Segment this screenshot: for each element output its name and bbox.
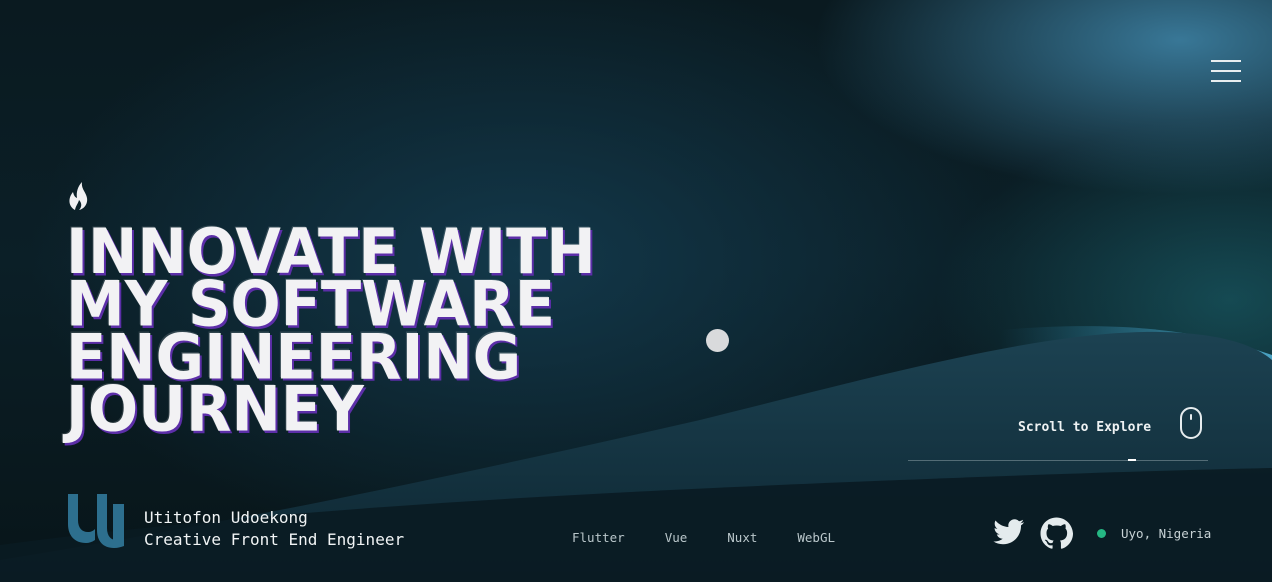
menu-line xyxy=(1211,60,1241,62)
tech-item-flutter[interactable]: Flutter xyxy=(572,530,625,545)
location-label: Uyo, Nigeria xyxy=(1121,526,1212,541)
tech-stack-list: Flutter Vue Nuxt WebGL xyxy=(572,530,835,545)
github-icon[interactable] xyxy=(1040,517,1073,550)
twitter-icon[interactable] xyxy=(993,519,1025,547)
uu-monogram-logo[interactable] xyxy=(66,494,126,548)
cursor-dot xyxy=(706,329,729,352)
tech-item-webgl[interactable]: WebGL xyxy=(797,530,835,545)
flame-icon xyxy=(69,182,88,210)
menu-line xyxy=(1211,80,1241,82)
profile-name: Utitofon Udoekong xyxy=(144,508,308,527)
availability-status-dot xyxy=(1097,529,1106,538)
tech-item-vue[interactable]: Vue xyxy=(665,530,688,545)
profile-identity: Utitofon Udoekong Creative Front End Eng… xyxy=(144,507,404,551)
hero-headline: INNOVATE WITH MY SOFTWARE ENGINEERING JO… xyxy=(66,221,596,440)
menu-button[interactable] xyxy=(1208,58,1244,84)
scroll-to-explore-label[interactable]: Scroll to Explore xyxy=(1018,420,1151,435)
profile-role: Creative Front End Engineer xyxy=(144,530,405,549)
hero-stage: INNOVATE WITH MY SOFTWARE ENGINEERING JO… xyxy=(0,0,1272,582)
tech-item-nuxt[interactable]: Nuxt xyxy=(727,530,757,545)
mouse-scroll-icon xyxy=(1180,407,1202,439)
scroll-progress-indicator xyxy=(1128,459,1136,461)
menu-line xyxy=(1211,70,1241,72)
scroll-progress-track xyxy=(908,460,1208,461)
